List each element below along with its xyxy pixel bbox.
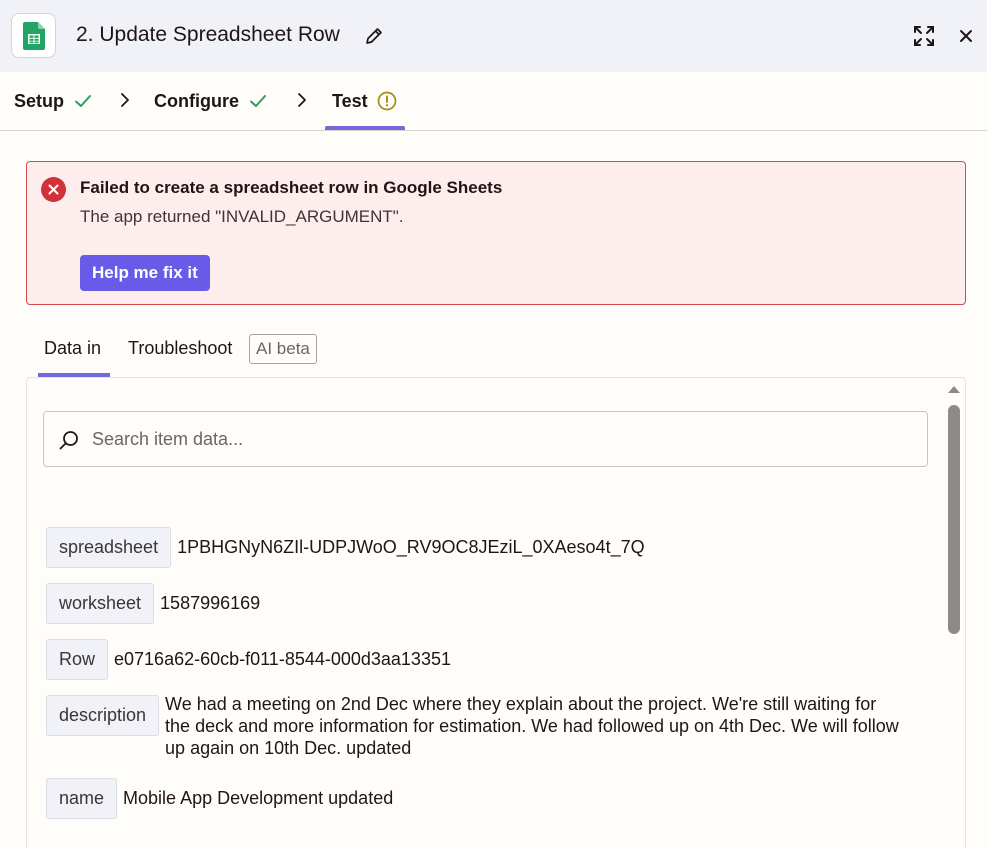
pencil-icon[interactable] <box>364 26 384 46</box>
close-icon[interactable] <box>956 26 976 46</box>
field-value: 1PBHGNyN6ZIl-UDPJWoO_RV9OC8JEziL_0XAeso4… <box>177 537 645 557</box>
search-box <box>43 411 928 467</box>
scroll-up-arrow[interactable] <box>947 384 961 394</box>
check-icon <box>250 95 266 107</box>
field-value: We had a meeting on 2nd Dec where they e… <box>165 694 899 758</box>
google-sheets-icon <box>11 13 56 58</box>
field-key: name <box>46 778 118 819</box>
error-circle-icon <box>41 177 66 202</box>
tab-troubleshoot[interactable]: Troubleshoot <box>128 338 232 359</box>
search-icon <box>59 431 78 450</box>
tab-data-in[interactable]: Data in <box>44 338 101 359</box>
active-tab-indicator <box>325 126 405 130</box>
error-message: The app returned "INVALID_ARGUMENT". <box>80 207 404 226</box>
error-title: Failed to create a spreadsheet row in Go… <box>80 178 503 197</box>
step-tabs: Setup Configure Test <box>0 72 987 131</box>
ai-beta-badge: AI beta <box>249 334 317 364</box>
list-item: Row e0716a62-60cb-f011-8544-000d3aa13351 <box>46 639 834 680</box>
error-banner: Failed to create a spreadsheet row in Go… <box>26 161 966 305</box>
list-item: worksheet 1587996169 <box>46 583 880 624</box>
tab-configure-label: Configure <box>154 90 239 111</box>
field-key: Row <box>46 639 109 680</box>
tab-setup-label: Setup <box>14 90 65 111</box>
check-icon <box>75 95 92 107</box>
chevron-right-icon <box>121 93 129 107</box>
field-value: 1587996169 <box>160 593 261 613</box>
field-key: spreadsheet <box>46 527 172 568</box>
list-item: name Mobile App Development updated <box>46 778 843 819</box>
step-header: 2. Update Spreadsheet Row <box>0 0 987 72</box>
list-item: description We had a meeting on 2nd Dec … <box>46 694 903 759</box>
scrollbar-thumb[interactable] <box>948 405 960 634</box>
field-key: worksheet <box>46 583 155 624</box>
step-title: 2. Update Spreadsheet Row <box>76 23 340 46</box>
data-panel: spreadsheet 1PBHGNyN6ZIl-UDPJWoO_RV9OC8J… <box>26 377 966 848</box>
field-value: Mobile App Development updated <box>123 788 394 808</box>
help-me-fix-button[interactable]: Help me fix it <box>80 255 210 291</box>
list-item: spreadsheet 1PBHGNyN6ZIl-UDPJWoO_RV9OC8J… <box>46 527 897 568</box>
tab-configure[interactable]: Configure <box>154 72 268 130</box>
tab-test-label: Test <box>332 90 368 111</box>
warning-circle-icon <box>377 91 397 111</box>
search-input[interactable] <box>92 412 912 466</box>
tab-setup[interactable]: Setup <box>14 72 93 130</box>
expand-icon[interactable] <box>912 24 936 48</box>
chevron-right-icon <box>298 93 306 107</box>
field-key: description <box>46 695 160 736</box>
field-value: e0716a62-60cb-f011-8544-000d3aa13351 <box>114 649 451 669</box>
tab-test[interactable]: Test <box>332 72 397 130</box>
